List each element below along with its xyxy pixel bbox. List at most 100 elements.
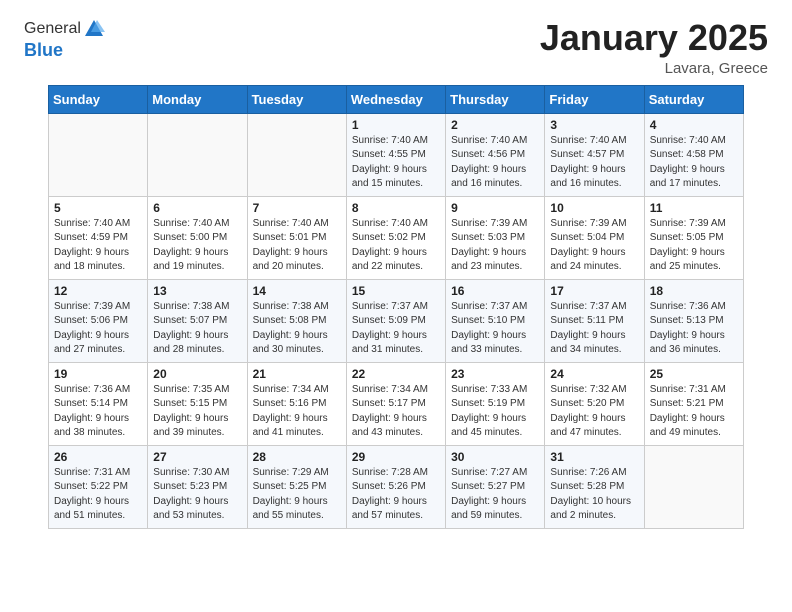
day-info: Sunrise: 7:40 AM Sunset: 4:55 PM Dayligh…: [352, 134, 440, 192]
calendar-cell: 4Sunrise: 7:40 AM Sunset: 4:58 PM Daylig…: [644, 113, 743, 196]
day-header-sunday: Sunday: [49, 85, 148, 113]
day-number: 15: [352, 284, 440, 298]
day-number: 9: [451, 201, 539, 215]
calendar-cell: 2 Sunrise: 7:40 AM Sunset: 4:56 PM Daylig…: [446, 113, 545, 196]
calendar-cell: 21Sunrise: 7:34 AM Sunset: 5:16 PM Dayli…: [247, 362, 346, 445]
day-info: Sunrise: 7:30 AM Sunset: 5:23 PM Dayligh…: [153, 466, 241, 524]
day-number: 30: [451, 450, 539, 464]
calendar-cell: 20Sunrise: 7:35 AM Sunset: 5:15 PM Dayli…: [148, 362, 247, 445]
day-number: 6: [153, 201, 241, 215]
calendar-cell: 9 Sunrise: 7:39 AM Sunset: 5:03 PM Daylig…: [446, 196, 545, 279]
title-block: January 2025 Lavara, Greece: [540, 18, 768, 77]
day-info: Sunrise: 7:27 AM Sunset: 5:27 PM Dayligh…: [451, 466, 539, 524]
day-number: 28: [253, 450, 341, 464]
calendar-cell: 15 Sunrise: 7:37 AM Sunset: 5:09 PM Dayli…: [346, 279, 445, 362]
calendar-header: SundayMondayTuesdayWednesdayThursdayFrid…: [49, 85, 744, 113]
calendar-body: 1 Sunrise: 7:40 AM Sunset: 4:55 PM Daylig…: [49, 113, 744, 528]
calendar-cell: 10 Sunrise: 7:39 AM Sunset: 5:04 PM Dayli…: [545, 196, 644, 279]
day-info: Sunrise: 7:37 AM Sunset: 5:10 PM Dayligh…: [451, 300, 539, 358]
day-number: 24: [550, 367, 638, 381]
week-row-4: 26 Sunrise: 7:31 AM Sunset: 5:22 PM Dayli…: [49, 445, 744, 528]
day-info: Sunrise: 7:39 AM Sunset: 5:03 PM Dayligh…: [451, 217, 539, 275]
calendar-table: SundayMondayTuesdayWednesdayThursdayFrid…: [48, 85, 744, 529]
day-header-thursday: Thursday: [446, 85, 545, 113]
day-number: 8: [352, 201, 440, 215]
day-info: Sunrise: 7:28 AM Sunset: 5:26 PM Dayligh…: [352, 466, 440, 524]
calendar-cell: 26 Sunrise: 7:31 AM Sunset: 5:22 PM Dayli…: [49, 445, 148, 528]
calendar-cell: 3 Sunrise: 7:40 AM Sunset: 4:57 PM Daylig…: [545, 113, 644, 196]
day-info: Sunrise: 7:40 AM Sunset: 4:56 PM Dayligh…: [451, 134, 539, 192]
calendar-cell: 17Sunrise: 7:37 AM Sunset: 5:11 PM Dayli…: [545, 279, 644, 362]
day-info: Sunrise: 7:33 AM Sunset: 5:19 PM Dayligh…: [451, 383, 539, 441]
day-header-saturday: Saturday: [644, 85, 743, 113]
day-number: 5: [54, 201, 142, 215]
calendar-cell: 5Sunrise: 7:40 AM Sunset: 4:59 PM Daylig…: [49, 196, 148, 279]
calendar-cell: 29 Sunrise: 7:28 AM Sunset: 5:26 PM Dayli…: [346, 445, 445, 528]
calendar-cell: 24 Sunrise: 7:32 AM Sunset: 5:20 PM Dayli…: [545, 362, 644, 445]
day-info: Sunrise: 7:37 AM Sunset: 5:11 PM Dayligh…: [550, 300, 638, 358]
calendar-cell: 16 Sunrise: 7:37 AM Sunset: 5:10 PM Dayli…: [446, 279, 545, 362]
day-info: Sunrise: 7:40 AM Sunset: 4:57 PM Dayligh…: [550, 134, 638, 192]
calendar-cell: 8 Sunrise: 7:40 AM Sunset: 5:02 PM Daylig…: [346, 196, 445, 279]
calendar-cell: 27Sunrise: 7:30 AM Sunset: 5:23 PM Dayli…: [148, 445, 247, 528]
calendar-cell: 1 Sunrise: 7:40 AM Sunset: 4:55 PM Daylig…: [346, 113, 445, 196]
calendar-wrap: SundayMondayTuesdayWednesdayThursdayFrid…: [0, 85, 792, 545]
day-number: 22: [352, 367, 440, 381]
day-info: Sunrise: 7:38 AM Sunset: 5:07 PM Dayligh…: [153, 300, 241, 358]
calendar-cell: 7Sunrise: 7:40 AM Sunset: 5:01 PM Daylig…: [247, 196, 346, 279]
day-header-wednesday: Wednesday: [346, 85, 445, 113]
calendar-cell: 18 Sunrise: 7:36 AM Sunset: 5:13 PM Dayli…: [644, 279, 743, 362]
day-number: 4: [650, 118, 738, 132]
day-number: 3: [550, 118, 638, 132]
day-number: 29: [352, 450, 440, 464]
day-number: 1: [352, 118, 440, 132]
day-number: 2: [451, 118, 539, 132]
day-info: Sunrise: 7:36 AM Sunset: 5:14 PM Dayligh…: [54, 383, 142, 441]
logo-icon: [83, 18, 105, 40]
logo: General Blue: [24, 18, 105, 61]
day-number: 19: [54, 367, 142, 381]
day-header-tuesday: Tuesday: [247, 85, 346, 113]
day-number: 10: [550, 201, 638, 215]
day-number: 25: [650, 367, 738, 381]
day-info: Sunrise: 7:34 AM Sunset: 5:17 PM Dayligh…: [352, 383, 440, 441]
day-info: Sunrise: 7:29 AM Sunset: 5:25 PM Dayligh…: [253, 466, 341, 524]
day-info: Sunrise: 7:39 AM Sunset: 5:04 PM Dayligh…: [550, 217, 638, 275]
day-number: 18: [650, 284, 738, 298]
calendar-cell: 13 Sunrise: 7:38 AM Sunset: 5:07 PM Dayli…: [148, 279, 247, 362]
day-number: 13: [153, 284, 241, 298]
calendar-cell: [148, 113, 247, 196]
calendar-cell: 11Sunrise: 7:39 AM Sunset: 5:05 PM Dayli…: [644, 196, 743, 279]
day-number: 31: [550, 450, 638, 464]
week-row-0: 1 Sunrise: 7:40 AM Sunset: 4:55 PM Daylig…: [49, 113, 744, 196]
calendar-cell: [644, 445, 743, 528]
day-info: Sunrise: 7:31 AM Sunset: 5:22 PM Dayligh…: [54, 466, 142, 524]
day-header-friday: Friday: [545, 85, 644, 113]
day-number: 26: [54, 450, 142, 464]
calendar-cell: 22 Sunrise: 7:34 AM Sunset: 5:17 PM Dayli…: [346, 362, 445, 445]
logo-general-text: General: [24, 20, 81, 38]
day-number: 16: [451, 284, 539, 298]
day-info: Sunrise: 7:32 AM Sunset: 5:20 PM Dayligh…: [550, 383, 638, 441]
month-title: January 2025: [540, 18, 768, 58]
week-row-1: 5Sunrise: 7:40 AM Sunset: 4:59 PM Daylig…: [49, 196, 744, 279]
day-info: Sunrise: 7:26 AM Sunset: 5:28 PM Dayligh…: [550, 466, 638, 524]
week-row-2: 12Sunrise: 7:39 AM Sunset: 5:06 PM Dayli…: [49, 279, 744, 362]
calendar-cell: 23 Sunrise: 7:33 AM Sunset: 5:19 PM Dayli…: [446, 362, 545, 445]
day-info: Sunrise: 7:37 AM Sunset: 5:09 PM Dayligh…: [352, 300, 440, 358]
day-number: 21: [253, 367, 341, 381]
day-info: Sunrise: 7:38 AM Sunset: 5:08 PM Dayligh…: [253, 300, 341, 358]
calendar-cell: 31 Sunrise: 7:26 AM Sunset: 5:28 PM Dayli…: [545, 445, 644, 528]
day-info: Sunrise: 7:40 AM Sunset: 5:02 PM Dayligh…: [352, 217, 440, 275]
page: General Blue January 2025 Lavara, Greece…: [0, 0, 792, 612]
day-number: 23: [451, 367, 539, 381]
day-info: Sunrise: 7:36 AM Sunset: 5:13 PM Dayligh…: [650, 300, 738, 358]
header: General Blue January 2025 Lavara, Greece: [0, 0, 792, 85]
day-info: Sunrise: 7:40 AM Sunset: 5:01 PM Dayligh…: [253, 217, 341, 275]
calendar-cell: 25Sunrise: 7:31 AM Sunset: 5:21 PM Dayli…: [644, 362, 743, 445]
header-row: SundayMondayTuesdayWednesdayThursdayFrid…: [49, 85, 744, 113]
logo-blue-text: Blue: [24, 40, 105, 61]
day-number: 14: [253, 284, 341, 298]
calendar-cell: 30 Sunrise: 7:27 AM Sunset: 5:27 PM Dayli…: [446, 445, 545, 528]
day-number: 12: [54, 284, 142, 298]
